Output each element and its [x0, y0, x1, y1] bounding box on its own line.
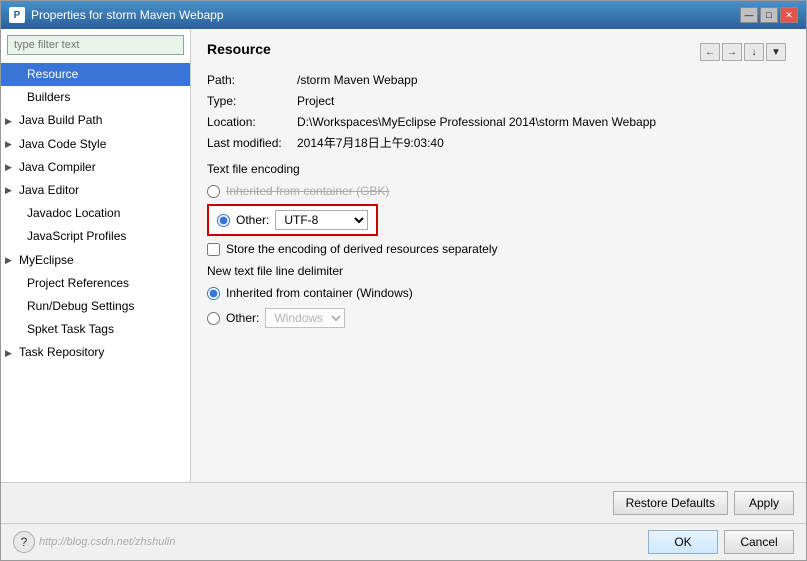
sidebar-item-javascript-profiles[interactable]: JavaScript Profiles — [1, 225, 190, 248]
location-label: Location: — [207, 113, 297, 131]
path-value: /storm Maven Webapp — [297, 71, 418, 89]
sidebar-item-label: Run/Debug Settings — [27, 297, 134, 316]
inherited-newline-label: Inherited from container (Windows) — [226, 286, 413, 300]
sidebar-item-label: JavaScript Profiles — [27, 227, 126, 246]
path-label: Path: — [207, 71, 297, 89]
other-encoding-label: Other: — [236, 213, 269, 227]
cancel-button[interactable]: Cancel — [724, 530, 794, 554]
last-modified-value: 2014年7月18日上午9:03:40 — [297, 134, 444, 152]
type-row: Type: Project — [207, 92, 790, 110]
store-encoding-row: Store the encoding of derived resources … — [207, 242, 790, 256]
sidebar-item-label: Resource — [27, 65, 78, 84]
right-panel: Resource ← → ↓ ▼ Path: /storm Maven Weba… — [191, 29, 806, 482]
dialog-body: Resource Builders ▶ Java Build Path ▶ Ja… — [1, 29, 806, 560]
nav-back-button[interactable]: ← — [700, 43, 720, 61]
sidebar-item-resource[interactable]: Resource — [1, 63, 190, 86]
help-button[interactable]: ? — [13, 531, 35, 553]
dialog-icon: P — [9, 7, 25, 23]
other-encoding-container: Other: UTF-8 GBK UTF-16 ISO-8859-1 — [207, 204, 790, 236]
sidebar-item-label: MyEclipse — [19, 251, 74, 270]
resource-info-table: Path: /storm Maven Webapp Type: Project … — [207, 71, 790, 152]
line-delimiter-section: New text file line delimiter Inherited f… — [207, 264, 790, 330]
sidebar-item-label: Java Code Style — [19, 135, 106, 154]
encoding-select[interactable]: UTF-8 GBK UTF-16 ISO-8859-1 — [275, 210, 368, 230]
restore-defaults-button[interactable]: Restore Defaults — [613, 491, 728, 515]
ok-button[interactable]: OK — [648, 530, 718, 554]
other-newline-row: Other: Windows Unix Mac — [207, 306, 790, 330]
dialog-title: Properties for storm Maven Webapp — [31, 8, 224, 22]
main-content: Resource Builders ▶ Java Build Path ▶ Ja… — [1, 29, 806, 482]
sidebar-item-spket-task-tags[interactable]: Spket Task Tags — [1, 318, 190, 341]
sidebar-item-label: Task Repository — [19, 343, 104, 362]
sidebar-item-label: Java Compiler — [19, 158, 96, 177]
title-bar: P Properties for storm Maven Webapp — □ … — [1, 1, 806, 29]
tree-arrow: ▶ — [5, 160, 15, 174]
sidebar-item-java-compiler[interactable]: ▶ Java Compiler — [1, 156, 190, 179]
sidebar-item-label: Project References — [27, 274, 129, 293]
other-newline-radio[interactable] — [207, 312, 220, 325]
last-modified-row: Last modified: 2014年7月18日上午9:03:40 — [207, 134, 790, 152]
nav-down-button[interactable]: ↓ — [744, 43, 764, 61]
other-encoding-box: Other: UTF-8 GBK UTF-16 ISO-8859-1 — [207, 204, 378, 236]
sidebar-item-label: Javadoc Location — [27, 204, 120, 223]
maximize-button[interactable]: □ — [760, 7, 778, 23]
type-value: Project — [297, 92, 334, 110]
title-bar-left: P Properties for storm Maven Webapp — [9, 7, 224, 23]
title-controls: — □ ✕ — [740, 7, 798, 23]
newline-select[interactable]: Windows Unix Mac — [265, 308, 345, 328]
tree-arrow: ▶ — [5, 114, 15, 128]
inherited-encoding-label: Inherited from container (GBK) — [226, 184, 389, 198]
footer-right: OK Cancel — [648, 530, 794, 554]
sidebar-item-builders[interactable]: Builders — [1, 86, 190, 109]
other-newline-label: Other: — [226, 311, 259, 325]
nav-forward-button[interactable]: → — [722, 43, 742, 61]
tree-list: Resource Builders ▶ Java Build Path ▶ Ja… — [1, 61, 190, 482]
text-encoding-section: Text file encoding Inherited from contai… — [207, 162, 790, 256]
tree-arrow: ▶ — [5, 346, 15, 360]
sidebar-item-java-build-path[interactable]: ▶ Java Build Path — [1, 109, 190, 132]
sidebar-item-task-repository[interactable]: ▶ Task Repository — [1, 341, 190, 364]
sidebar-item-run-debug-settings[interactable]: Run/Debug Settings — [1, 295, 190, 318]
sidebar-item-label: Builders — [27, 88, 70, 107]
panel-title: Resource — [207, 41, 271, 61]
sidebar-item-java-code-style[interactable]: ▶ Java Code Style — [1, 133, 190, 156]
minimize-button[interactable]: — — [740, 7, 758, 23]
path-row: Path: /storm Maven Webapp — [207, 71, 790, 89]
sidebar: Resource Builders ▶ Java Build Path ▶ Ja… — [1, 29, 191, 482]
close-button[interactable]: ✕ — [780, 7, 798, 23]
location-row: Location: D:\Workspaces\MyEclipse Profes… — [207, 113, 790, 131]
footer-left: ? http://blog.csdn.net/zhshulin — [13, 531, 175, 553]
sidebar-item-label: Spket Task Tags — [27, 320, 114, 339]
dialog-footer: ? http://blog.csdn.net/zhshulin OK Cance… — [1, 523, 806, 560]
sidebar-item-project-references[interactable]: Project References — [1, 272, 190, 295]
store-encoding-label: Store the encoding of derived resources … — [226, 242, 498, 256]
inherited-encoding-row: Inherited from container (GBK) — [207, 182, 790, 200]
store-encoding-checkbox[interactable] — [207, 243, 220, 256]
last-modified-label: Last modified: — [207, 134, 297, 152]
sidebar-item-java-editor[interactable]: ▶ Java Editor — [1, 179, 190, 202]
watermark-text: http://blog.csdn.net/zhshulin — [39, 536, 175, 548]
inherited-newline-row: Inherited from container (Windows) — [207, 284, 790, 302]
other-encoding-radio[interactable] — [217, 214, 230, 227]
bottom-action-buttons: Restore Defaults Apply — [1, 482, 806, 523]
sidebar-item-javadoc-location[interactable]: Javadoc Location — [1, 202, 190, 225]
tree-arrow: ▶ — [5, 253, 15, 267]
filter-input[interactable] — [7, 35, 184, 55]
location-value: D:\Workspaces\MyEclipse Professional 201… — [297, 113, 656, 131]
tree-arrow: ▶ — [5, 183, 15, 197]
type-label: Type: — [207, 92, 297, 110]
tree-arrow: ▶ — [5, 137, 15, 151]
nav-dropdown-button[interactable]: ▼ — [766, 43, 786, 61]
sidebar-item-label: Java Editor — [19, 181, 79, 200]
encoding-section-title: Text file encoding — [207, 162, 790, 176]
navigation-bar: ← → ↓ ▼ — [700, 41, 790, 61]
line-delimiter-title: New text file line delimiter — [207, 264, 790, 278]
inherited-encoding-radio[interactable] — [207, 185, 220, 198]
apply-button[interactable]: Apply — [734, 491, 794, 515]
sidebar-item-myeclipse[interactable]: ▶ MyEclipse — [1, 249, 190, 272]
sidebar-item-label: Java Build Path — [19, 111, 102, 130]
properties-dialog: P Properties for storm Maven Webapp — □ … — [0, 0, 807, 561]
inherited-newline-radio[interactable] — [207, 287, 220, 300]
